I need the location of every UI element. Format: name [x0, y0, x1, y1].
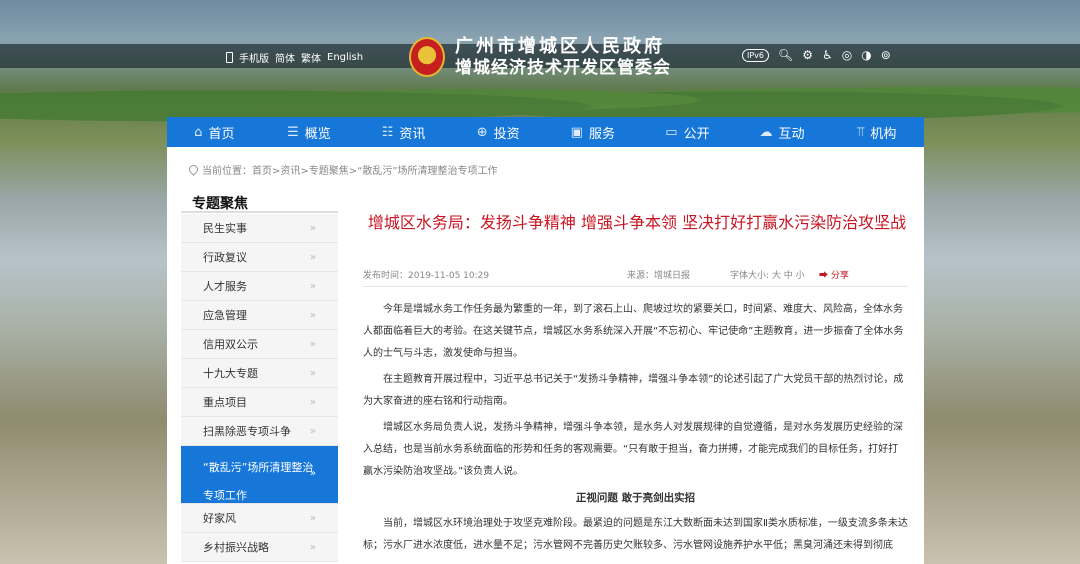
logo-line1: 广州市增城区人民政府: [455, 36, 665, 57]
national-emblem-icon: [409, 37, 445, 77]
site-logo[interactable]: 广州市增城区人民政府 增城经济技术开发区管委会: [409, 36, 671, 78]
breadcrumb-text[interactable]: 当前位置：首页>资讯>专题聚焦>“散乱污”场所清理整治专项工作: [202, 162, 498, 177]
sidebar-item[interactable]: 扫黑除恶专项斗争»: [181, 417, 338, 446]
share-icon: ⮕: [819, 271, 829, 281]
document-icon: ☷: [381, 124, 394, 140]
sidebar-item[interactable]: 民生实事»: [181, 214, 338, 243]
nav-home[interactable]: ⌂ 首页: [167, 123, 262, 142]
briefcase-icon: ▣: [570, 124, 583, 140]
list-icon: ☰: [287, 124, 299, 140]
chevron-right-icon: »: [309, 280, 316, 292]
sidebar-item[interactable]: 人才服务»: [181, 272, 338, 301]
chevron-right-icon: »: [309, 468, 316, 479]
home-icon: ⌂: [194, 124, 203, 140]
sidebar-title: 专题聚焦: [192, 196, 248, 212]
article-paragraph: 当前，增城区水环境治理处于攻坚克难阶段。最紧迫的问题是东江大数断面未达到国家Ⅱ类…: [363, 518, 908, 551]
article-title: 增城区水务局：发扬斗争精神 增强斗争本领 坚决打好打赢水污染防治攻坚战: [367, 213, 907, 232]
app-icon[interactable]: ⊚: [881, 48, 891, 62]
publish-date: 发布时间：2019-11-05 10:29: [363, 271, 490, 281]
main-nav: ⌂ 首页 ☰ 概览 ☷ 资讯 ⊕ 投资 ▣ 服务 ▭ 公开 ☁ 互动 ⫪ 机构: [167, 117, 924, 147]
chevron-right-icon: »: [309, 309, 316, 321]
chevron-right-icon: »: [309, 512, 316, 524]
simplified-link[interactable]: 简体: [275, 50, 295, 65]
top-left-links: 手机版 简体 繁体 English: [226, 50, 363, 65]
org-chart-icon: ⫪: [857, 124, 865, 140]
meta-divider: [363, 286, 908, 287]
chevron-right-icon: »: [309, 425, 316, 437]
search-icon[interactable]: 🔍︎: [778, 48, 793, 62]
article-body: 今年是增城水务工作任务最为繁重的一年，到了滚石上山、爬坡过坎的紧要关口，时间紧、…: [363, 299, 908, 561]
sidebar-item[interactable]: 乡村振兴战略»: [181, 533, 338, 562]
traditional-link[interactable]: 繁体: [301, 50, 321, 65]
logo-line2: 增城经济技术开发区管委会: [455, 58, 671, 78]
sidebar-item[interactable]: 信用双公示»: [181, 330, 338, 359]
monitor-icon: ▭: [665, 124, 678, 140]
wechat-icon[interactable]: ◑: [861, 48, 871, 62]
phone-icon: [226, 52, 233, 63]
article-paragraph: 今年是增城水务工作任务最为繁重的一年，到了滚石上山、爬坡过坎的紧要关口，时间紧、…: [363, 304, 904, 359]
chat-icon: ☁: [759, 124, 773, 140]
top-right-tools: IPv6 🔍︎ ⚙ ♿ ◎ ◑ ⊚: [742, 48, 891, 62]
accessibility-icon[interactable]: ♿: [822, 48, 833, 62]
nav-interact[interactable]: ☁ 互动: [735, 123, 830, 142]
sidebar-item[interactable]: 应急管理»: [181, 301, 338, 330]
sidebar-item[interactable]: 重点项目»: [181, 388, 338, 417]
chevron-right-icon: »: [309, 222, 316, 234]
breadcrumb: 当前位置：首页>资讯>专题聚焦>“散乱污”场所清理整治专项工作: [187, 162, 498, 177]
sidebar-item-active[interactable]: “散乱污”场所清理整治专项工作»: [181, 446, 338, 504]
weibo-icon[interactable]: ◎: [842, 48, 852, 62]
sidebar-item[interactable]: 行政复议»: [181, 243, 338, 272]
chevron-right-icon: »: [309, 541, 316, 553]
chevron-right-icon: »: [309, 251, 316, 263]
share-button[interactable]: ⮕ 分享: [819, 268, 849, 281]
chevron-right-icon: »: [309, 367, 316, 379]
content-panel: 当前位置：首页>资讯>专题聚焦>“散乱污”场所清理整治专项工作 专题聚焦 民生实…: [167, 147, 924, 564]
nav-org[interactable]: ⫪ 机构: [829, 123, 924, 142]
article-source: 来源：增城日报: [627, 271, 691, 281]
nav-service[interactable]: ▣ 服务: [546, 123, 641, 142]
nav-public[interactable]: ▭ 公开: [640, 123, 735, 142]
sidebar-list: 民生实事» 行政复议» 人才服务» 应急管理» 信用双公示» 十九大专题» 重点…: [181, 214, 338, 562]
chevron-right-icon: »: [309, 396, 316, 408]
sidebar-divider: [181, 211, 338, 213]
sidebar-item[interactable]: 十九大专题»: [181, 359, 338, 388]
ipv6-badge: IPv6: [742, 48, 770, 62]
article-subheading: 正视问题 敢于亮剑出实招: [575, 492, 696, 504]
nav-news[interactable]: ☷ 资讯: [356, 123, 451, 142]
english-link[interactable]: English: [327, 52, 363, 63]
nav-overview[interactable]: ☰ 概览: [262, 123, 357, 142]
mobile-link[interactable]: 手机版: [239, 50, 269, 65]
article-meta: 发布时间：2019-11-05 10:29 来源：增城日报 字体大小: 大 中 …: [363, 268, 908, 282]
globe-icon: ⊕: [476, 124, 488, 140]
font-size-control[interactable]: 字体大小: 大 中 小: [730, 268, 805, 281]
article-paragraph: 增城区水务局负责人说，发扬斗争精神，增强斗争本领，是水务人对发展规律的自觉遵循，…: [363, 422, 903, 477]
location-pin-icon: [187, 163, 200, 176]
chevron-right-icon: »: [309, 338, 316, 350]
article-paragraph: 在主题教育开展过程中，习近平总书记关于“发扬斗争精神，增强斗争本领”的论述引起了…: [363, 374, 904, 407]
settings-icon[interactable]: ⚙: [802, 48, 813, 62]
nav-invest[interactable]: ⊕ 投资: [451, 123, 546, 142]
